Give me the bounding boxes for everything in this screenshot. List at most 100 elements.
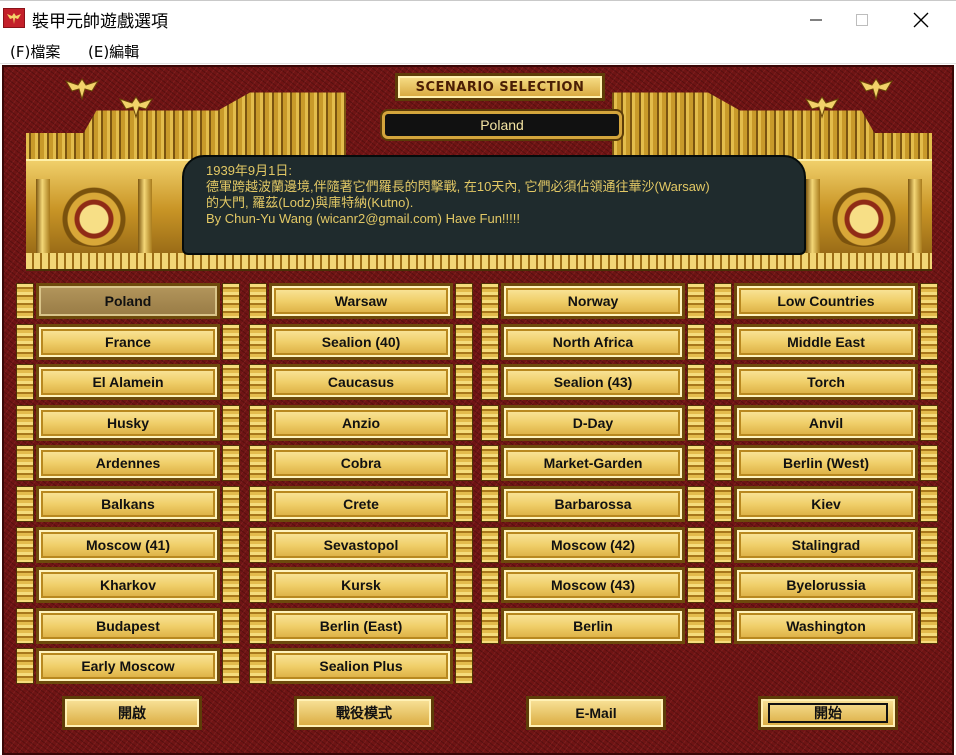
scenario-button-label: Kiev xyxy=(811,496,841,512)
scenario-button[interactable]: North Africa xyxy=(501,324,685,360)
scenario-button[interactable]: Poland xyxy=(36,283,220,319)
description-line: 1939年9月1日: xyxy=(206,163,292,178)
scenario-cell: Stalingrad xyxy=(714,527,938,563)
scenario-cell: Sealion Plus xyxy=(249,648,473,684)
ornament-rail xyxy=(249,648,267,684)
ornament-rail xyxy=(249,324,267,360)
ornament-rail xyxy=(481,527,499,563)
scenario-button[interactable]: Moscow (42) xyxy=(501,527,685,563)
close-icon[interactable] xyxy=(885,1,956,39)
ornament-rail xyxy=(481,324,499,360)
email-button[interactable]: E-Mail xyxy=(526,696,666,730)
scenario-button-label: Sealion (43) xyxy=(553,374,633,390)
ornament-rail xyxy=(16,324,34,360)
scenario-button-label: Byelorussia xyxy=(786,577,866,593)
ornament-rail xyxy=(714,445,732,481)
header-frieze: SCENARIO SELECTION Poland 1939年9月1日: 德軍跨… xyxy=(26,67,932,271)
ornament-rail xyxy=(455,608,473,644)
scenario-cell: Kiev xyxy=(714,486,938,522)
scenario-button[interactable]: Sealion Plus xyxy=(269,648,453,684)
scenario-button[interactable]: Balkans xyxy=(36,486,220,522)
ornament-rail xyxy=(222,405,240,441)
banner-title: SCENARIO SELECTION xyxy=(415,79,585,95)
maximize-icon xyxy=(839,1,885,39)
scenario-button[interactable]: Berlin (East) xyxy=(269,608,453,644)
scenario-button[interactable]: Anzio xyxy=(269,405,453,441)
ornament-rail xyxy=(481,567,499,603)
menu-file[interactable]: (F)檔案 xyxy=(10,41,60,62)
scenario-cell: Market-Garden xyxy=(481,445,705,481)
ornament-rail xyxy=(714,527,732,563)
open-button-label: 開啟 xyxy=(118,705,146,721)
scenario-button[interactable]: Anvil xyxy=(734,405,918,441)
scenario-button[interactable]: France xyxy=(36,324,220,360)
ornament-rail xyxy=(714,324,732,360)
ornament-rail xyxy=(16,486,34,522)
scenario-button[interactable]: Byelorussia xyxy=(734,567,918,603)
scenario-button-label: Barbarossa xyxy=(554,496,632,512)
scenario-button[interactable]: Kharkov xyxy=(36,567,220,603)
ornament-rail xyxy=(455,324,473,360)
scenario-button[interactable]: D-Day xyxy=(501,405,685,441)
scenario-button-label: Berlin xyxy=(573,618,613,634)
campaign-mode-button[interactable]: 戰役模式 xyxy=(294,696,434,730)
scenario-cell: Torch xyxy=(714,364,938,400)
ornament-rail xyxy=(687,324,705,360)
scenario-button[interactable]: Low Countries xyxy=(734,283,918,319)
scenario-button[interactable]: Kursk xyxy=(269,567,453,603)
frieze-base xyxy=(26,253,932,271)
scenario-button[interactable]: Sevastopol xyxy=(269,527,453,563)
scenario-button[interactable]: Cobra xyxy=(269,445,453,481)
ornament-rail xyxy=(249,608,267,644)
scenario-cell: D-Day xyxy=(481,405,705,441)
scenario-button-label: Balkans xyxy=(101,496,155,512)
ornament-rail xyxy=(920,527,938,563)
scenario-button[interactable]: El Alamein xyxy=(36,364,220,400)
scenario-button[interactable]: Berlin xyxy=(501,608,685,644)
scenario-button[interactable]: Moscow (43) xyxy=(501,567,685,603)
ornament-rail xyxy=(455,405,473,441)
scenario-button[interactable]: Crete xyxy=(269,486,453,522)
ornament-rail xyxy=(222,283,240,319)
ornament-rail xyxy=(481,364,499,400)
menu-edit[interactable]: (E)編輯 xyxy=(88,41,139,62)
scenario-button[interactable]: Early Moscow xyxy=(36,648,220,684)
minimize-icon[interactable] xyxy=(793,1,839,39)
start-button[interactable]: 開始 xyxy=(758,696,898,730)
scenario-button[interactable]: Norway xyxy=(501,283,685,319)
scenario-button[interactable]: Sealion (40) xyxy=(269,324,453,360)
scenario-button[interactable]: Warsaw xyxy=(269,283,453,319)
scenario-button[interactable]: Moscow (41) xyxy=(36,527,220,563)
scenario-button[interactable]: Kiev xyxy=(734,486,918,522)
scenario-button[interactable]: Ardennes xyxy=(36,445,220,481)
ornament-rail xyxy=(455,648,473,684)
ornament-rail xyxy=(222,324,240,360)
current-scenario-name: Poland xyxy=(480,117,524,133)
scenario-button[interactable]: Budapest xyxy=(36,608,220,644)
scenario-cell: Husky xyxy=(16,405,240,441)
scenario-button-label: Low Countries xyxy=(777,293,875,309)
scenario-button[interactable]: Barbarossa xyxy=(501,486,685,522)
scenario-cell: North Africa xyxy=(481,324,705,360)
scenario-button[interactable]: Husky xyxy=(36,405,220,441)
scenario-button-label: Berlin (East) xyxy=(319,618,403,634)
scenario-button-label: Cobra xyxy=(340,455,382,471)
scenario-button-label: Caucasus xyxy=(327,374,395,390)
scenario-button[interactable]: Middle East xyxy=(734,324,918,360)
eagle-icon[interactable] xyxy=(3,8,25,28)
scenario-cell: Caucasus xyxy=(249,364,473,400)
ornament-rail xyxy=(714,486,732,522)
scenario-button[interactable]: Torch xyxy=(734,364,918,400)
menu-bar: (F)檔案 (E)編輯 xyxy=(0,38,956,64)
scenario-button[interactable]: Berlin (West) xyxy=(734,445,918,481)
scenario-button-label: D-Day xyxy=(572,415,614,431)
ornament-rail xyxy=(455,283,473,319)
scenario-button[interactable]: Market-Garden xyxy=(501,445,685,481)
ornament-rail xyxy=(920,445,938,481)
scenario-button[interactable]: Caucasus xyxy=(269,364,453,400)
scenario-button[interactable]: Sealion (43) xyxy=(501,364,685,400)
open-button[interactable]: 開啟 xyxy=(62,696,202,730)
scenario-button[interactable]: Washington xyxy=(734,608,918,644)
ornament-rail xyxy=(920,486,938,522)
scenario-button[interactable]: Stalingrad xyxy=(734,527,918,563)
